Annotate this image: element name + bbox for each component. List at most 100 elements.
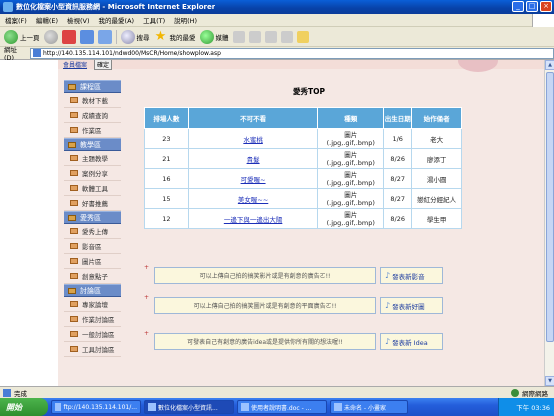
item-icon — [70, 243, 78, 249]
sidebar-item-label: 案例分享 — [82, 170, 108, 178]
task-ftp[interactable]: ftp://140.135.114.101/... — [51, 400, 141, 414]
back-arrow-icon — [4, 29, 18, 44]
sidebar-item-materials[interactable]: 教材下載 — [64, 93, 121, 108]
item-link[interactable]: 水蜜桃 — [243, 136, 263, 144]
post-video-button[interactable]: ♪ 發表新影音 — [380, 267, 443, 284]
task-ie[interactable]: 數位化檔案小型資訊... — [144, 400, 234, 414]
sidebar-item-label: 愛秀上傳 — [82, 228, 108, 236]
item-link[interactable]: 可愛喔~ — [241, 176, 266, 184]
address-input[interactable]: http://140.135.114.101/ndwd00/MsCR/Home/… — [30, 47, 554, 59]
cell-type: 圖片 (.jpg,.gif,.bmp) — [317, 148, 385, 169]
bullet-icon: + — [144, 330, 150, 337]
sidebar-item-video[interactable]: 影音區 — [64, 239, 121, 254]
menu-file[interactable]: 檔案(F) — [5, 15, 27, 25]
sidebar-section-show[interactable]: 愛秀區 — [64, 211, 121, 224]
confirm-button[interactable]: 確定 — [94, 60, 113, 70]
section-title: 課程區 — [80, 82, 101, 91]
sidebar-section-teaching[interactable]: 教學區 — [64, 138, 121, 151]
menu-favorites[interactable]: 我的最愛(A) — [99, 15, 135, 25]
start-button[interactable]: 開始 — [0, 398, 48, 416]
scroll-thumb[interactable] — [546, 72, 554, 342]
edit-button[interactable] — [280, 30, 293, 43]
forward-button[interactable] — [43, 29, 58, 44]
back-button[interactable]: 上一頁 — [4, 29, 40, 44]
history-button[interactable] — [232, 30, 245, 43]
home-button[interactable] — [97, 29, 112, 44]
menu-tools[interactable]: 工具(T) — [143, 15, 165, 25]
scroll-down-icon[interactable]: ▼ — [545, 376, 554, 386]
sidebar-section-discussion[interactable]: 討論區 — [64, 284, 121, 297]
sidebar-item-upload[interactable]: 愛秀上傳 — [64, 224, 121, 239]
sidebar-item-label: 軟體工具 — [82, 185, 108, 193]
cell-author: 學生甲 — [411, 208, 462, 229]
menu-edit[interactable]: 編輯(E) — [36, 15, 58, 25]
search-label: 搜尋 — [136, 33, 150, 42]
folder-icon — [55, 403, 62, 411]
sidebar-section-course[interactable]: 課程區 — [64, 80, 121, 93]
sidebar-item-cases[interactable]: 案例分享 — [64, 166, 121, 181]
print-button[interactable] — [264, 30, 277, 43]
vertical-scrollbar[interactable]: ▲ ▼ — [544, 60, 554, 386]
share-video-text: 可以上傳自己拍的搞笑影片或是有創意的廣告ㄛ!! — [154, 267, 376, 284]
item-icon — [70, 331, 78, 337]
minimize-button[interactable]: _ — [512, 1, 524, 12]
section-title: 教學區 — [80, 140, 101, 149]
refresh-button[interactable] — [79, 29, 94, 44]
table-row: 21 貴髮 圖片 (.jpg,.gif,.bmp) 8/26 廖添丁 — [144, 148, 462, 169]
scroll-up-icon[interactable]: ▲ — [545, 60, 554, 70]
sidebar-item-software[interactable]: 軟體工具 — [64, 181, 121, 196]
table-row: 23 水蜜桃 圖片 (.jpg,.gif,.bmp) 1/6 老大 — [144, 128, 462, 149]
menu-view[interactable]: 檢視(V) — [67, 15, 90, 25]
search-button[interactable]: 搜尋 — [120, 29, 150, 44]
sidebar-item-experts[interactable]: 專家論壇 — [64, 297, 121, 312]
sidebar-item-grades[interactable]: 成績查詢 — [64, 108, 121, 123]
window-titlebar: 數位化檔案小型資訊服務網 - Microsoft Internet Explor… — [0, 0, 554, 14]
sidebar-item-hw-discussion[interactable]: 作業討論區 — [64, 312, 121, 327]
cell-title: 貴髮 — [187, 148, 319, 169]
sidebar-item-topic[interactable]: 主題教學 — [64, 151, 121, 166]
share-video-row: + 可以上傳自己拍的搞笑影片或是有創意的廣告ㄛ!! ♪ 發表新影音 — [144, 264, 462, 284]
sidebar-item-homework[interactable]: 作業區 — [64, 123, 121, 138]
maximize-button[interactable]: □ — [526, 1, 538, 12]
post-image-button[interactable]: ♪ 發表新好圖 — [380, 297, 443, 314]
cell-title: 可愛喔~ — [187, 168, 319, 189]
status-bar: 完成 網際網路 — [0, 386, 554, 398]
folder-button[interactable] — [296, 30, 309, 43]
section-icon — [68, 141, 76, 148]
post-idea-button[interactable]: ♪ 發表新 Idea — [380, 333, 443, 350]
ie-icon — [3, 2, 13, 12]
task-paint[interactable]: 未命名 - 小畫家 — [330, 400, 408, 414]
sidebar-item-general[interactable]: 一般討論區 — [64, 327, 121, 342]
close-button[interactable]: × — [540, 1, 552, 12]
web-content: 會員檔案 確定 課程區 教材下載 成績查詢 作業區 教學區 主題教學 案例分享 … — [0, 60, 554, 386]
section-title: 討論區 — [80, 286, 101, 295]
page-title: 愛秀TOP — [293, 87, 325, 96]
cell-date: 8/26 — [383, 208, 413, 229]
back-label: 上一頁 — [20, 33, 40, 42]
sidebar-item-books[interactable]: 好書推薦 — [64, 196, 121, 211]
item-link[interactable]: 美女喔~~ — [238, 196, 268, 204]
toolbar-separator — [115, 29, 117, 44]
sidebar-item-ideas[interactable]: 創意點子 — [64, 269, 121, 284]
cell-count: 23 — [144, 128, 189, 149]
menu-help[interactable]: 說明(H) — [174, 15, 197, 25]
favorites-button[interactable]: ★ 我的最愛 — [154, 28, 196, 44]
windows-logo-icon — [532, 14, 554, 27]
table-row: 16 可愛喔~ 圖片 (.jpg,.gif,.bmp) 8/27 湯小圓 — [144, 168, 462, 189]
refresh-icon — [79, 29, 94, 44]
stop-button[interactable] — [61, 29, 76, 44]
cell-author: 戀紅分經紀人 — [411, 188, 462, 209]
item-link[interactable]: 一邊下與一邊出大陽 — [224, 216, 283, 224]
sidebar-item-tools-discussion[interactable]: 工具討論區 — [64, 342, 121, 357]
member-link[interactable]: 會員檔案 — [63, 60, 87, 69]
paint-icon — [334, 403, 342, 411]
media-button[interactable]: 媒體 — [199, 29, 229, 44]
task-word[interactable]: 使用者說明書.doc - ... — [237, 400, 327, 414]
item-link[interactable]: 貴髮 — [247, 156, 260, 164]
section-title: 愛秀區 — [80, 213, 101, 222]
mail-button[interactable] — [248, 30, 261, 43]
task-label: 未命名 - 小畫家 — [344, 404, 386, 412]
page-done-icon — [3, 388, 11, 397]
star-icon: ★ — [154, 28, 167, 44]
sidebar-item-images[interactable]: 圖片區 — [64, 254, 121, 269]
